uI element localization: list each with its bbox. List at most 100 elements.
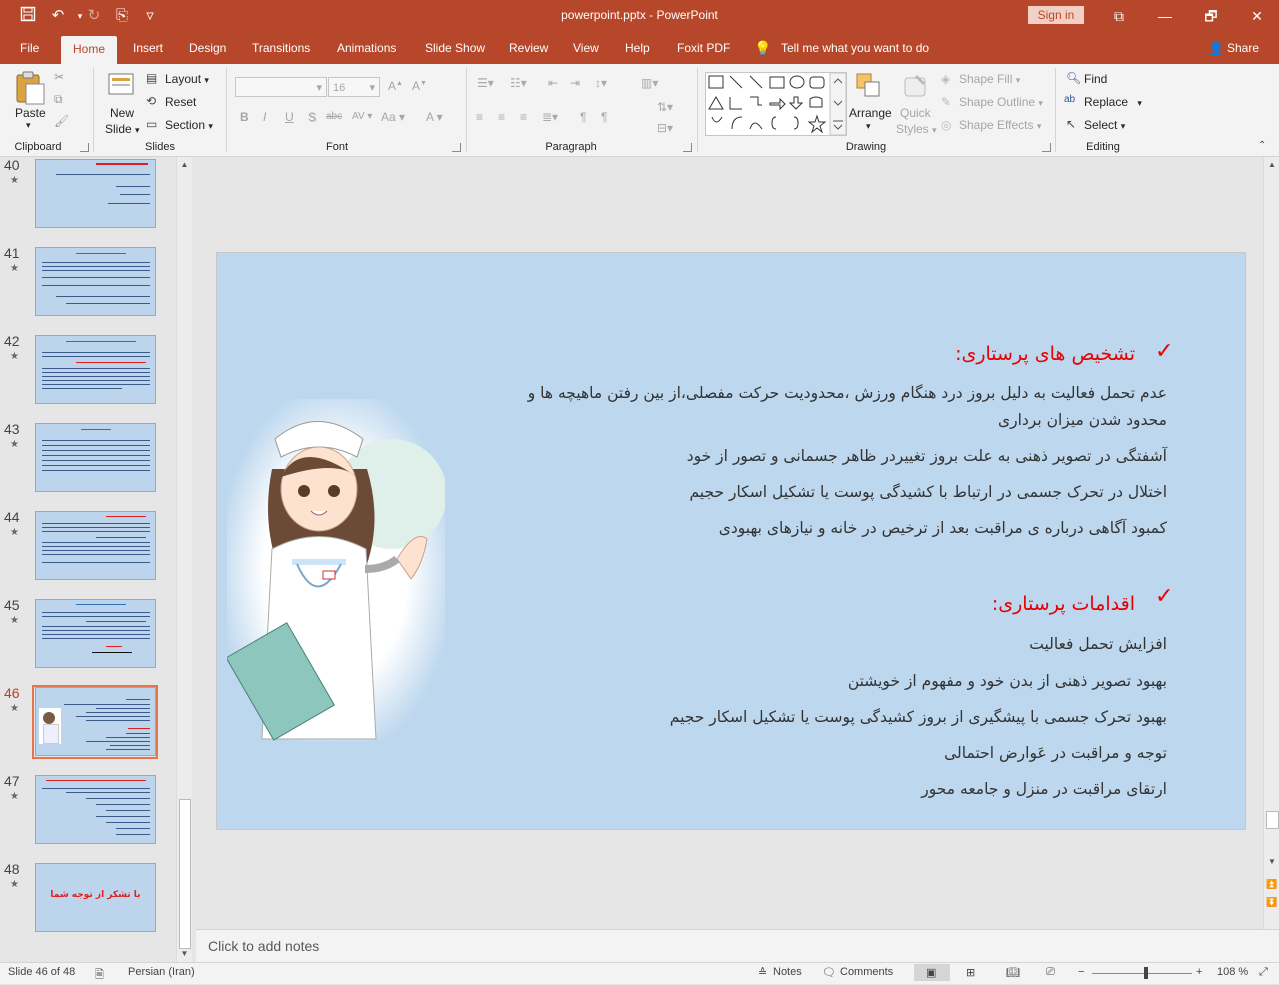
tab-file[interactable]: File — [20, 32, 39, 64]
slide-thumbnail-41[interactable] — [35, 247, 156, 316]
paste-icon[interactable] — [12, 70, 46, 106]
new-slide-label[interactable]: New — [110, 106, 134, 120]
shapes-gallery[interactable] — [705, 72, 847, 136]
sign-in-button[interactable]: Sign in — [1028, 6, 1084, 24]
find-button[interactable]: Find — [1084, 72, 1107, 86]
tab-slide-show[interactable]: Slide Show — [425, 32, 485, 64]
comments-icon[interactable]: 🗨 — [822, 966, 836, 979]
reading-view-icon[interactable]: 📖︎ — [1006, 966, 1020, 979]
cut-icon[interactable]: ✂ — [54, 70, 64, 84]
fit-slide-icon[interactable]: ⤢ — [1259, 966, 1268, 979]
zoom-slider-thumb[interactable] — [1144, 967, 1148, 979]
justify-icon[interactable]: ≣▾ — [542, 110, 558, 124]
drawing-launcher-icon[interactable] — [1042, 143, 1051, 152]
comments-button[interactable]: Comments — [840, 966, 893, 978]
layout-icon[interactable]: ▤ — [146, 71, 157, 85]
editor-scroll-thumb[interactable] — [1266, 811, 1279, 829]
section-button[interactable]: Section ▾ — [165, 118, 213, 132]
slide-canvas[interactable]: ✓ تشخیص های پرستاری: عدم تحمل فعالیت به … — [216, 252, 1246, 830]
slide-thumbnail-45[interactable] — [35, 599, 156, 668]
strikethrough-button[interactable]: abc — [326, 111, 342, 122]
tab-review[interactable]: Review — [509, 32, 548, 64]
new-slide-button[interactable]: Slide ▾ — [105, 122, 140, 136]
clipboard-launcher-icon[interactable] — [80, 143, 89, 152]
shape-effects-icon[interactable]: ◎ — [941, 118, 951, 132]
arrange-icon[interactable] — [855, 72, 883, 100]
grow-font-button[interactable]: A▲ — [388, 79, 403, 93]
copy-icon[interactable]: ⧉ — [54, 92, 63, 107]
numbering-icon[interactable]: ☷▾ — [510, 76, 527, 90]
zoom-in-button[interactable]: + — [1196, 966, 1202, 978]
slide-thumbnail-43[interactable] — [35, 423, 156, 492]
normal-view-icon[interactable]: ▣ — [926, 966, 936, 979]
collapse-ribbon-icon[interactable]: ⌃ — [1258, 140, 1266, 151]
bold-button[interactable]: B — [240, 110, 249, 124]
layout-button[interactable]: Layout ▾ — [165, 72, 209, 86]
tab-help[interactable]: Help — [625, 32, 650, 64]
minimize-button[interactable]: — — [1142, 4, 1188, 28]
font-color-button[interactable]: A ▾ — [426, 110, 443, 124]
tab-design[interactable]: Design — [189, 32, 226, 64]
font-launcher-icon[interactable] — [452, 143, 461, 152]
tab-view[interactable]: View — [573, 32, 599, 64]
thumbnails-scrollbar[interactable]: ▲ ▼ — [176, 157, 192, 962]
zoom-level[interactable]: 108 % — [1217, 966, 1248, 978]
slide-sorter-icon[interactable]: ⊞ — [966, 966, 975, 979]
replace-button[interactable]: Replace ▾ — [1084, 95, 1142, 109]
columns-icon[interactable]: ▥▾ — [641, 76, 658, 90]
align-right-icon[interactable]: ≡ — [520, 110, 527, 124]
shape-outline-icon[interactable]: ✎ — [941, 95, 951, 109]
shadow-button[interactable]: S — [308, 110, 316, 124]
quick-styles-label[interactable]: Quick — [900, 106, 931, 120]
align-center-icon[interactable]: ≡ — [498, 110, 505, 124]
ltr-icon[interactable]: ¶ — [601, 110, 607, 124]
tab-foxit-pdf[interactable]: Foxit PDF — [677, 32, 730, 64]
shape-fill-button[interactable]: Shape Fill ▾ — [959, 72, 1020, 86]
align-left-icon[interactable]: ≡ — [476, 110, 483, 124]
quick-styles-icon[interactable] — [902, 72, 930, 100]
replace-icon[interactable]: ab — [1064, 94, 1075, 105]
share-button[interactable]: Share — [1227, 32, 1259, 64]
editor-scrollbar[interactable]: ▲ ▼ ⏫ ⏬ — [1263, 157, 1279, 929]
next-slide-icon[interactable]: ⏬ — [1264, 897, 1279, 908]
bullets-icon[interactable]: ☰▾ — [477, 76, 494, 90]
spell-check-icon[interactable]: 🗎 — [95, 966, 104, 985]
paste-dropdown-icon[interactable]: ▾ — [26, 120, 31, 131]
shape-fill-icon[interactable]: ◈ — [941, 72, 950, 86]
slide-thumbnail-42[interactable] — [35, 335, 156, 404]
reset-button[interactable]: Reset — [165, 95, 196, 109]
notes-pane[interactable]: Click to add notes — [196, 929, 1279, 963]
zoom-slider[interactable] — [1092, 973, 1192, 974]
paragraph-launcher-icon[interactable] — [683, 143, 692, 152]
reset-icon[interactable]: ⟲ — [146, 94, 156, 108]
text-direction-icon[interactable]: ⇅▾ — [657, 100, 673, 114]
line-spacing-icon[interactable]: ↕▾ — [595, 76, 607, 90]
previous-slide-icon[interactable]: ⏫ — [1264, 879, 1279, 890]
font-name-combo[interactable]: ▾ — [235, 77, 327, 97]
decrease-indent-icon[interactable]: ⇤ — [548, 76, 558, 90]
arrange-dropdown-icon[interactable]: ▾ — [866, 121, 871, 132]
shape-effects-button[interactable]: Shape Effects ▾ — [959, 118, 1041, 132]
align-text-icon[interactable]: ⊟▾ — [657, 121, 673, 135]
format-painter-icon[interactable]: 🖌 — [54, 114, 69, 128]
quick-styles-button[interactable]: Styles ▾ — [896, 122, 937, 136]
notes-button[interactable]: Notes — [773, 966, 802, 978]
ribbon-display-options-icon[interactable]: ⧉ — [1096, 4, 1142, 28]
change-case-button[interactable]: Aa ▾ — [381, 110, 405, 124]
tab-home[interactable]: Home — [61, 36, 118, 64]
slide-thumbnail-47[interactable] — [35, 775, 156, 844]
notes-placeholder[interactable]: Click to add notes — [208, 938, 319, 954]
select-icon[interactable]: ↖ — [1066, 117, 1076, 131]
restore-button[interactable]: 🗗 — [1188, 4, 1234, 28]
slide-thumbnail-48[interactable]: با تشکر از توجه شما — [35, 863, 156, 932]
tab-transitions[interactable]: Transitions — [252, 32, 310, 64]
rtl-icon[interactable]: ¶ — [580, 110, 586, 124]
slide-show-icon[interactable]: ⎚ — [1046, 966, 1055, 979]
find-icon[interactable]: 🔍︎ — [1066, 71, 1081, 85]
new-slide-icon[interactable] — [106, 70, 136, 102]
close-button[interactable]: ✕ — [1234, 4, 1279, 28]
paste-button[interactable]: Paste — [15, 106, 46, 120]
nurse-illustration[interactable] — [225, 399, 447, 741]
notes-icon[interactable]: ≙ — [758, 966, 767, 979]
language-indicator[interactable]: Persian (Iran) — [128, 966, 195, 978]
